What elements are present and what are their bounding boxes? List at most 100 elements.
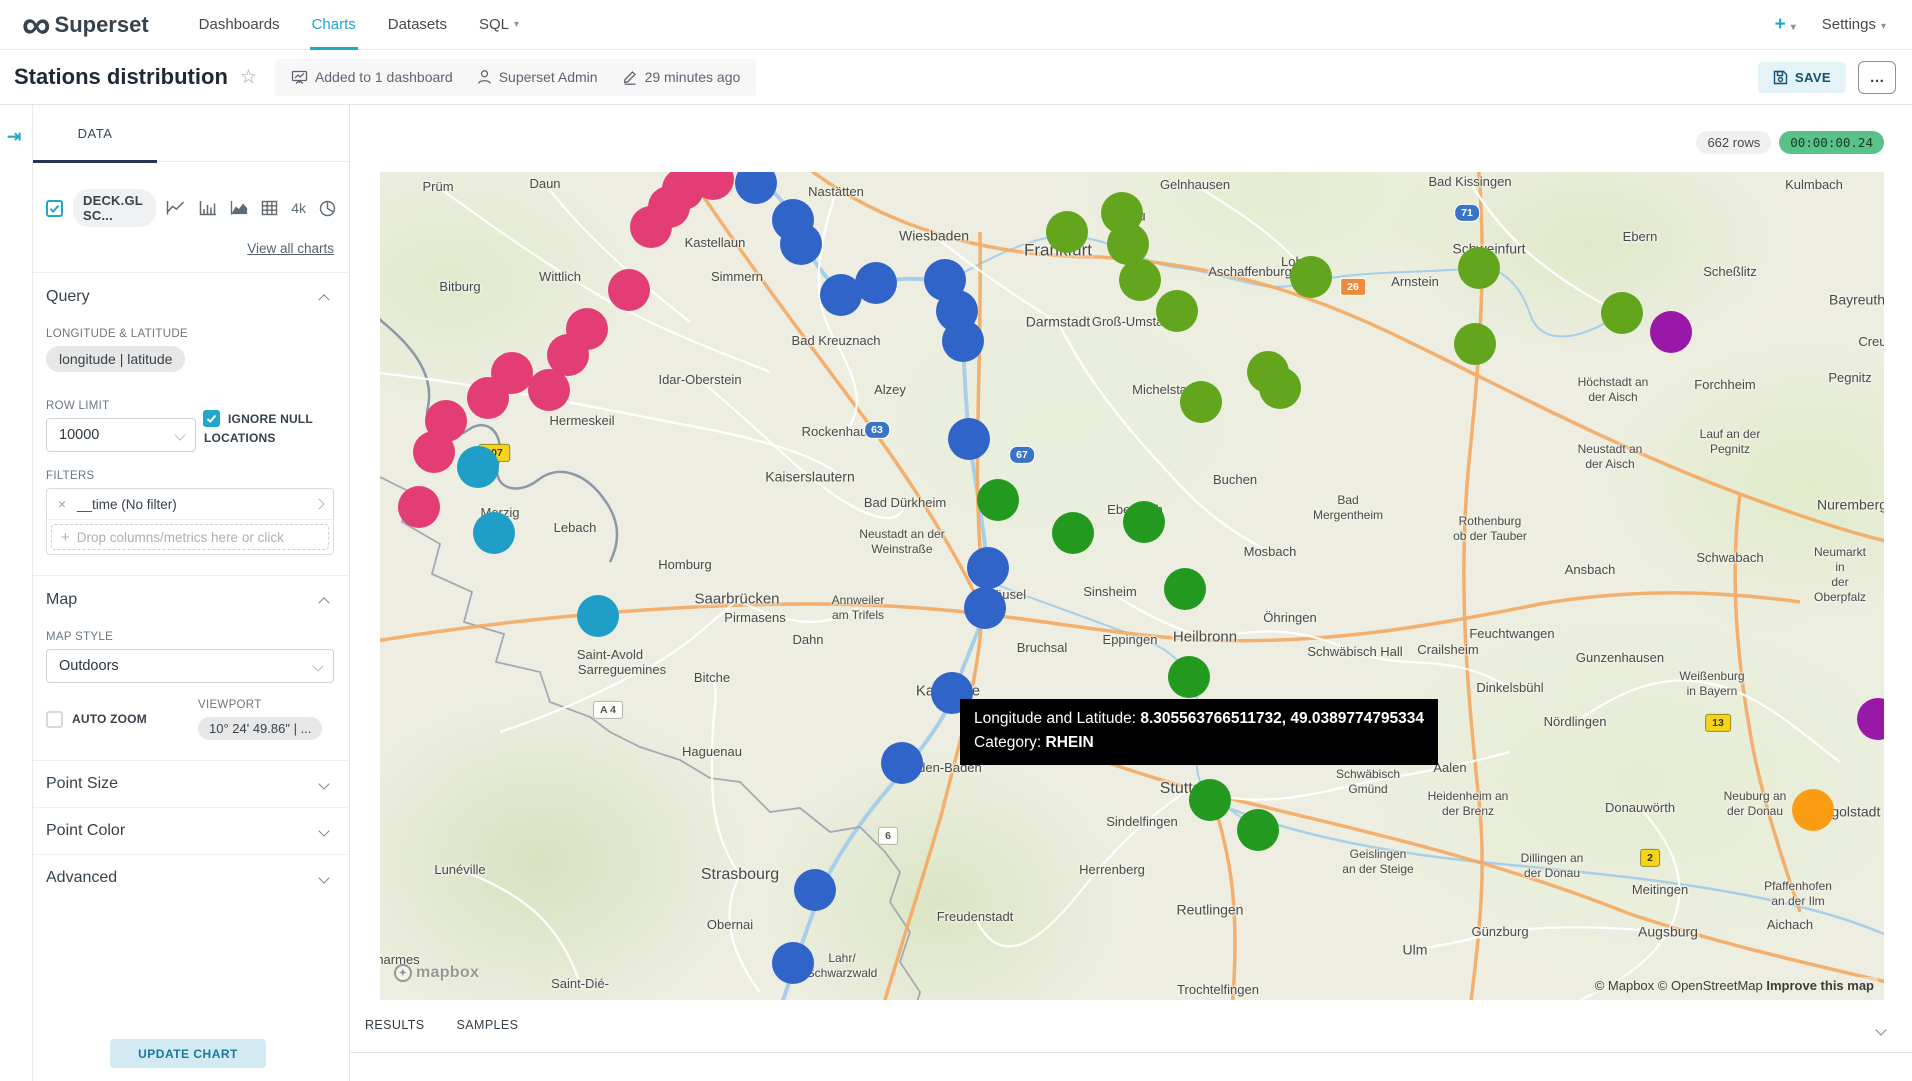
station-dot-blue[interactable] — [772, 942, 814, 984]
station-dot-pink[interactable] — [608, 269, 650, 311]
query-section-header[interactable]: Query — [33, 273, 350, 316]
more-options-button[interactable]: … — [1858, 61, 1896, 94]
pie-chart-icon[interactable] — [319, 200, 336, 217]
station-dot-green[interactable] — [1052, 512, 1094, 554]
station-dot-teal[interactable] — [473, 512, 515, 554]
save-button[interactable]: SAVE — [1758, 62, 1846, 93]
station-dot-pink[interactable] — [467, 377, 509, 419]
station-dot-blue[interactable] — [942, 320, 984, 362]
section-point-size[interactable]: Point Size — [33, 761, 350, 807]
map-city-label: Pegnitz — [1828, 370, 1871, 386]
station-dot-teal[interactable] — [457, 446, 499, 488]
improve-map-link[interactable]: Improve this map — [1766, 978, 1874, 993]
area-chart-icon[interactable] — [230, 200, 248, 216]
station-dot-green[interactable] — [977, 479, 1019, 521]
station-dot-blue[interactable] — [780, 223, 822, 265]
nav-item-charts[interactable]: Charts — [296, 0, 372, 50]
station-dot-blue[interactable] — [794, 869, 836, 911]
map-tooltip: Longitude and Latitude: 8.30556376651173… — [960, 699, 1438, 765]
nav-item-datasets[interactable]: Datasets — [372, 0, 463, 50]
tab-results[interactable]: RESULTS — [365, 1018, 425, 1038]
map-city-label: Alzey — [874, 382, 906, 398]
viz-type-selected[interactable]: DECK.GL SC... — [73, 189, 156, 227]
dashboard-count-badge[interactable]: Added to 1 dashboard — [291, 69, 453, 85]
map-city-label: Donauwörth — [1605, 800, 1675, 816]
map-city-label: Neuburg an der Donau — [1724, 789, 1787, 819]
map-city-label: Prüm — [422, 179, 453, 195]
map-city-label: Reutlingen — [1177, 901, 1244, 919]
collapse-results-icon[interactable] — [1877, 1021, 1885, 1039]
nav-item-label: Datasets — [388, 16, 447, 33]
save-disk-icon — [1773, 70, 1788, 85]
station-dot-olive[interactable] — [1156, 290, 1198, 332]
tab-data[interactable]: DATA — [33, 105, 157, 162]
table-icon[interactable] — [261, 200, 278, 216]
line-chart-icon[interactable] — [166, 200, 186, 216]
station-dot-blue[interactable] — [948, 418, 990, 460]
station-dot-blue[interactable] — [855, 262, 897, 304]
ignore-null-checkbox[interactable] — [203, 410, 220, 427]
map-section-header[interactable]: Map — [33, 576, 350, 619]
bar-chart-icon[interactable] — [199, 200, 217, 216]
station-dot-pink[interactable] — [528, 369, 570, 411]
station-dot-olive[interactable] — [1046, 211, 1088, 253]
station-dot-blue[interactable] — [881, 742, 923, 784]
filter-item-time[interactable]: × __time (No filter) — [47, 489, 333, 520]
lonlat-value-pill[interactable]: longitude | latitude — [46, 346, 185, 372]
station-dot-green[interactable] — [1168, 656, 1210, 698]
station-dot-olive[interactable] — [1119, 259, 1161, 301]
row-count-badge: 662 rows — [1696, 131, 1771, 154]
station-dot-olive[interactable] — [1180, 381, 1222, 423]
section-label: Point Size — [46, 775, 118, 793]
viewport-value-pill[interactable]: 10° 24' 49.86" | ... — [198, 717, 322, 740]
chevron-down-icon — [312, 660, 323, 671]
station-dot-green[interactable] — [1123, 501, 1165, 543]
section-point-color[interactable]: Point Color — [33, 807, 350, 854]
favorite-star-icon[interactable]: ☆ — [240, 66, 257, 89]
station-dot-orange[interactable] — [1792, 789, 1834, 831]
station-dot-pink[interactable] — [398, 486, 440, 528]
nav-item-dashboards[interactable]: Dashboards — [183, 0, 296, 50]
road-number-badge: 2 — [1640, 849, 1660, 867]
station-dot-blue[interactable] — [964, 587, 1006, 629]
map-city-label: Wittlich — [539, 269, 581, 285]
section-advanced[interactable]: Advanced — [33, 854, 350, 901]
section-label: Advanced — [46, 869, 117, 887]
station-dot-green[interactable] — [1237, 809, 1279, 851]
station-dot-green[interactable] — [1164, 568, 1206, 610]
map-city-label: Bitche — [694, 670, 730, 686]
auto-zoom-checkbox[interactable] — [46, 711, 63, 728]
owner-badge[interactable]: Superset Admin — [477, 69, 598, 85]
map-city-label: Sindelfingen — [1106, 814, 1178, 830]
station-dot-olive[interactable] — [1601, 292, 1643, 334]
station-dot-purple[interactable] — [1650, 311, 1692, 353]
viz-4k-option[interactable]: 4k — [291, 200, 306, 216]
last-modified-badge[interactable]: 29 minutes ago — [622, 69, 741, 85]
view-all-charts-link[interactable]: View all charts — [33, 241, 334, 256]
deckgl-scatter-map[interactable]: {"" } PrümDaunNastättenGelnhausenBad Kis… — [380, 172, 1884, 1000]
station-dot-olive[interactable] — [1454, 323, 1496, 365]
viz-type-checkbox[interactable] — [46, 200, 63, 217]
map-city-label: Wiesbaden — [899, 227, 969, 245]
tab-samples[interactable]: SAMPLES — [457, 1018, 519, 1038]
station-dot-blue[interactable] — [967, 547, 1009, 589]
row-limit-select[interactable]: 10000 — [46, 418, 196, 452]
map-style-select[interactable]: Outdoors — [46, 649, 334, 683]
station-dot-olive[interactable] — [1259, 367, 1301, 409]
nav-item-sql[interactable]: SQL▾ — [463, 0, 535, 50]
filter-drop-zone[interactable]: + Drop columns/metrics here or click — [51, 524, 329, 550]
superset-logo[interactable]: ∞ Superset — [22, 6, 149, 44]
station-dot-green[interactable] — [1189, 779, 1231, 821]
new-item-button[interactable]: +▾ — [1775, 14, 1796, 36]
station-dot-olive[interactable] — [1458, 247, 1500, 289]
station-dot-olive[interactable] — [1290, 256, 1332, 298]
map-city-label: Weißenburg in Bayern — [1679, 669, 1744, 699]
remove-filter-icon[interactable]: × — [47, 496, 77, 512]
update-chart-button[interactable]: UPDATE CHART — [110, 1039, 266, 1068]
settings-menu[interactable]: Settings▾ — [1822, 16, 1886, 33]
station-dot-pink[interactable] — [413, 431, 455, 473]
station-dot-teal[interactable] — [577, 595, 619, 637]
mapbox-logo[interactable]: ✦ mapbox — [394, 964, 479, 982]
map-city-label: Kaiserslautern — [765, 468, 855, 486]
expand-panel-icon[interactable]: ⇥ — [7, 127, 21, 147]
